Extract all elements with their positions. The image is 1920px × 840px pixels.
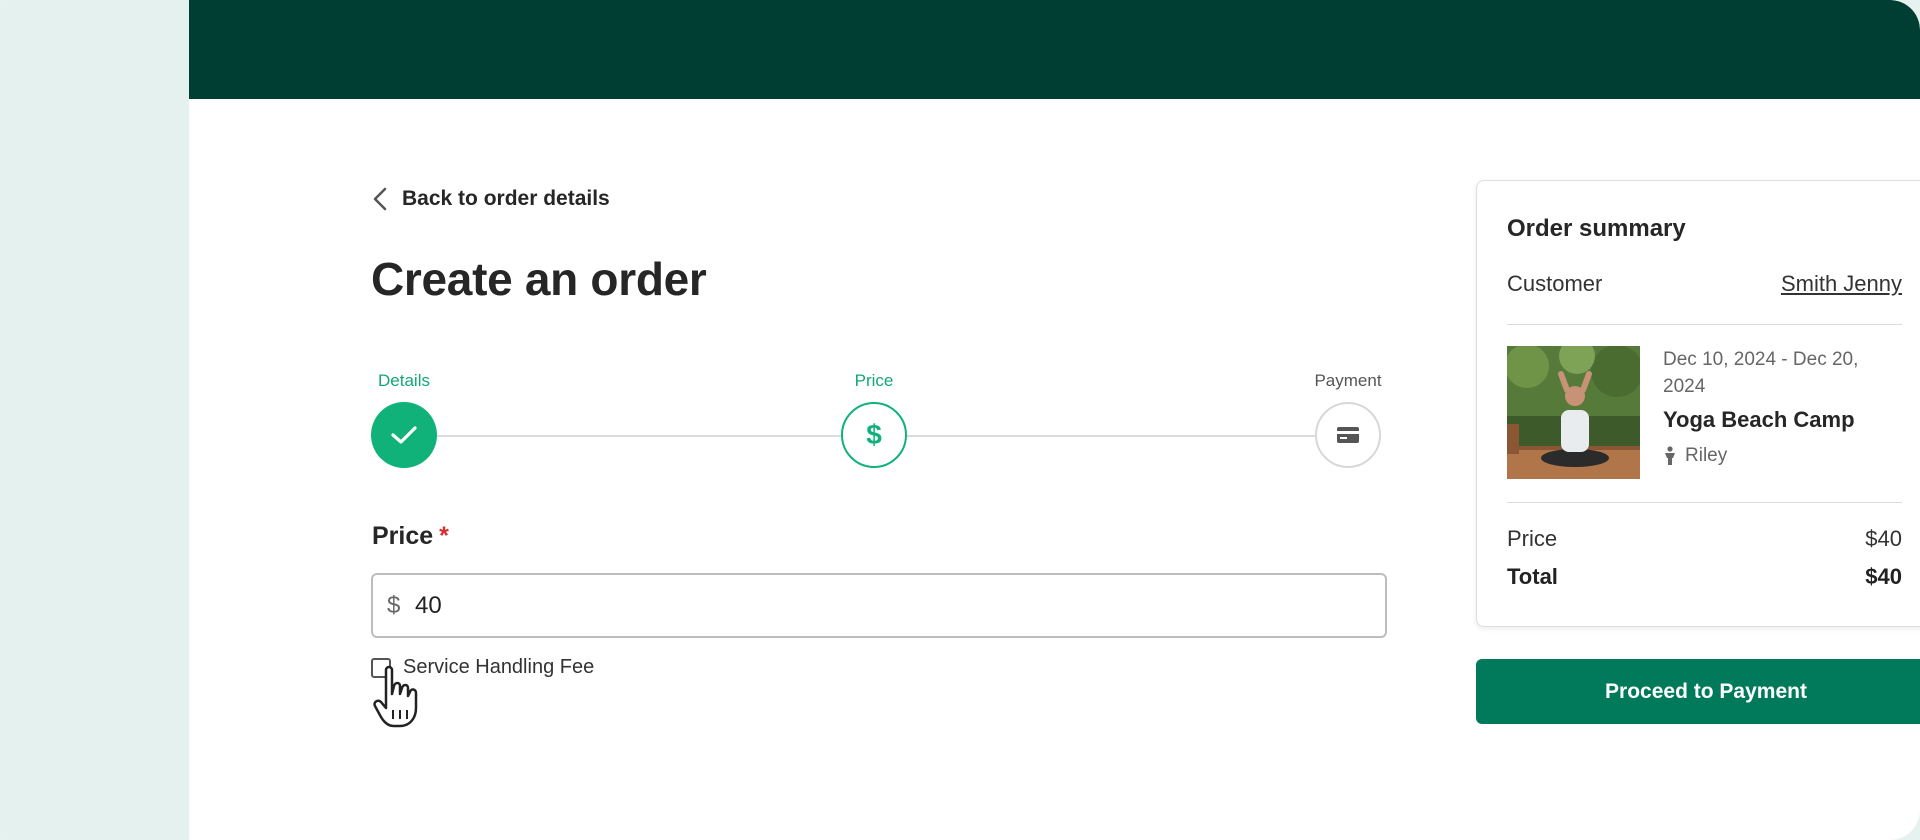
step-details[interactable]: Details — [344, 370, 464, 468]
dollar-icon: $ — [866, 419, 882, 450]
event-name: Yoga Beach Camp — [1663, 407, 1855, 432]
customer-label: Customer — [1507, 271, 1603, 296]
step-payment-label: Payment — [1314, 371, 1382, 390]
step-details-label: Details — [378, 371, 430, 390]
back-link-label: Back to order details — [402, 187, 610, 210]
attendee: Riley — [1663, 445, 1727, 467]
summary-total-row: Total $40 — [1507, 564, 1902, 590]
summary-total-label: Total — [1507, 564, 1558, 589]
person-icon — [1665, 446, 1675, 465]
customer-name-link[interactable]: Smith Jenny — [1781, 271, 1902, 297]
step-payment-circle — [1315, 402, 1381, 468]
price-field-label: Price * — [372, 522, 449, 551]
price-input[interactable] — [415, 591, 1315, 620]
summary-divider — [1507, 502, 1902, 503]
price-label-text: Price — [372, 522, 434, 550]
proceed-to-payment-button[interactable]: Proceed to Payment — [1476, 659, 1920, 724]
attendee-name: Riley — [1685, 445, 1728, 466]
back-to-order-details-link[interactable]: Back to order details — [372, 183, 610, 215]
yoga-photo-illustration — [1507, 346, 1640, 479]
stepper-connector — [431, 435, 844, 437]
order-summary-title: Order summary — [1507, 215, 1686, 242]
service-fee-label[interactable]: Service Handling Fee — [403, 656, 594, 679]
order-summary-card: Order summary Customer Smith Jenny Dec 1… — [1476, 180, 1920, 627]
event-thumbnail — [1507, 346, 1640, 479]
summary-price-label: Price — [1507, 526, 1558, 551]
summary-price-value: $40 — [1865, 526, 1902, 551]
window-frame: Back to order details Create an order De… — [0, 0, 1920, 840]
step-details-circle — [371, 402, 437, 468]
step-payment[interactable]: Payment — [1288, 370, 1408, 468]
chevron-left-icon — [373, 187, 387, 211]
currency-symbol: $ — [387, 591, 401, 619]
top-header-bar — [189, 0, 1920, 99]
step-price-label: Price — [854, 371, 894, 390]
price-input-wrapper: $ — [371, 573, 1387, 638]
hand-pointer-cursor-icon — [373, 665, 418, 728]
checkmark-icon — [391, 426, 417, 444]
customer-row: Customer Smith Jenny — [1507, 271, 1902, 297]
stepper-connector — [904, 435, 1328, 437]
event-dates: Dec 10, 2024 - Dec 20, 2024 — [1663, 349, 1859, 397]
page-title: Create an order — [371, 253, 707, 305]
step-price[interactable]: Price $ — [814, 370, 934, 468]
summary-divider — [1507, 324, 1902, 325]
order-stepper: Details Price $ Payment — [371, 370, 1387, 470]
credit-card-icon — [1337, 427, 1359, 443]
required-asterisk: * — [439, 522, 449, 550]
step-price-circle: $ — [841, 402, 907, 468]
summary-total-value: $40 — [1865, 564, 1902, 589]
summary-price-row: Price $40 — [1507, 526, 1902, 552]
app-container: Back to order details Create an order De… — [189, 0, 1920, 840]
